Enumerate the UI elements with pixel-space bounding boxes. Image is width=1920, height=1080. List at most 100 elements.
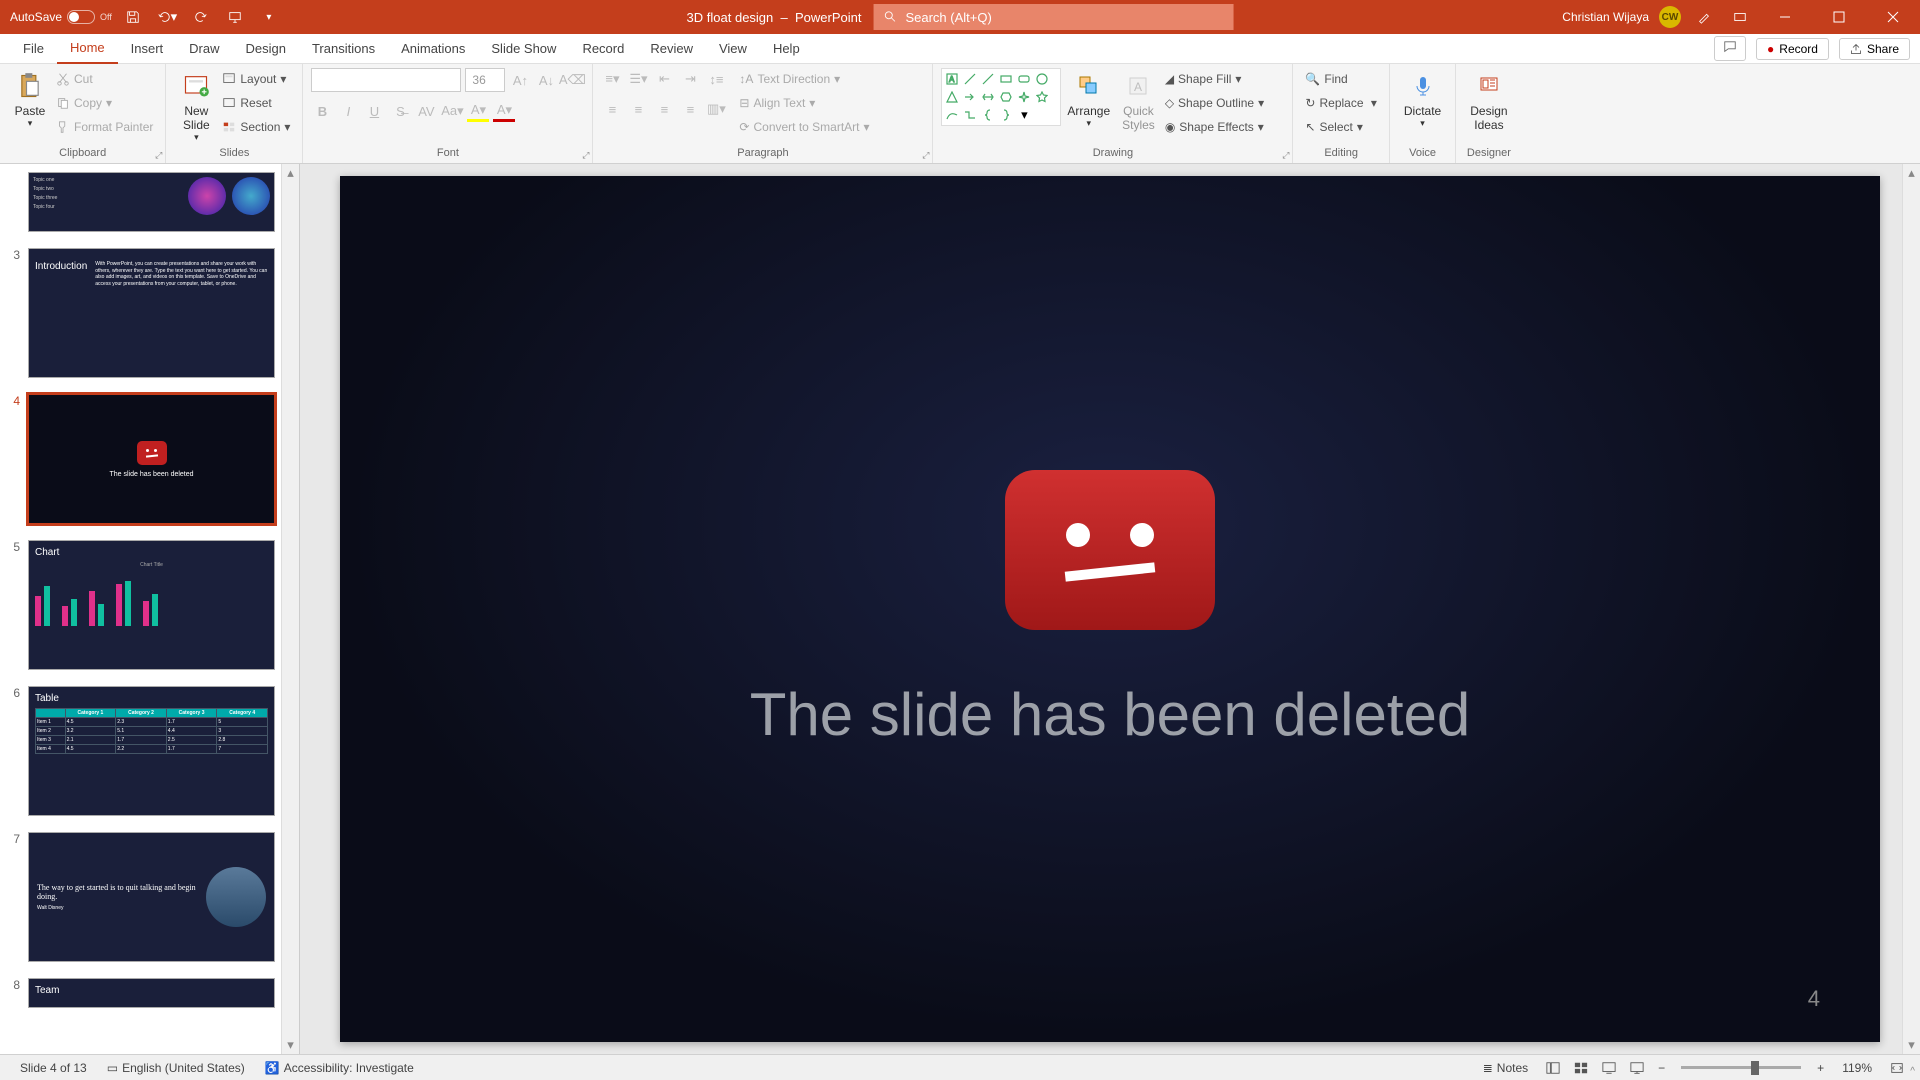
- draw-mode-icon[interactable]: [1691, 4, 1717, 30]
- shape-fill-button[interactable]: ◢Shape Fill ▾: [1161, 68, 1268, 90]
- highlight-button[interactable]: A▾: [467, 100, 489, 122]
- canvas-scrollbar[interactable]: ▴ ▾: [1902, 164, 1920, 1054]
- tab-view[interactable]: View: [706, 34, 760, 64]
- section-button[interactable]: Section ▾: [218, 116, 294, 138]
- clipboard-launcher[interactable]: ⤢: [155, 150, 162, 161]
- thumbnail-item[interactable]: 3 Introduction With PowerPoint, you can …: [0, 240, 299, 386]
- tab-animations[interactable]: Animations: [388, 34, 478, 64]
- shape-line-icon[interactable]: [962, 71, 978, 87]
- scroll-up-icon[interactable]: ▴: [282, 164, 299, 182]
- find-button[interactable]: 🔍Find: [1301, 68, 1380, 90]
- quick-styles-button[interactable]: A Quick Styles: [1116, 68, 1161, 134]
- language-status[interactable]: ▭English (United States): [97, 1061, 255, 1075]
- design-ideas-button[interactable]: Design Ideas: [1464, 68, 1513, 134]
- shape-rbrace-icon[interactable]: [998, 107, 1014, 123]
- cut-button[interactable]: Cut: [52, 68, 157, 90]
- layout-button[interactable]: Layout ▾: [218, 68, 294, 90]
- search-input[interactable]: Search (Alt+Q): [873, 4, 1233, 30]
- font-color-button[interactable]: A▾: [493, 100, 515, 122]
- drawing-launcher[interactable]: ⤢: [1282, 150, 1289, 161]
- slide-counter[interactable]: Slide 4 of 13: [10, 1061, 97, 1075]
- shape-triangle-icon[interactable]: [944, 89, 960, 105]
- shape-outline-button[interactable]: ◇Shape Outline ▾: [1161, 92, 1268, 114]
- shape-line2-icon[interactable]: [980, 71, 996, 87]
- toggle-pill[interactable]: [67, 10, 95, 24]
- save-icon[interactable]: [120, 4, 146, 30]
- share-button[interactable]: Share: [1839, 38, 1910, 60]
- thumbnail-panel[interactable]: Topic oneTopic twoTopic threeTopic four …: [0, 164, 300, 1054]
- maximize-button[interactable]: [1817, 0, 1861, 34]
- line-spacing-icon[interactable]: ↕≡: [705, 68, 727, 90]
- smartart-button[interactable]: ⟳Convert to SmartArt ▾: [735, 116, 873, 138]
- shape-rect-icon[interactable]: [998, 71, 1014, 87]
- qat-more-icon[interactable]: ▾: [256, 4, 282, 30]
- columns-icon[interactable]: ▥▾: [705, 98, 727, 120]
- user-name[interactable]: Christian Wijaya: [1562, 10, 1649, 24]
- slide[interactable]: The slide has been deleted 4: [340, 176, 1880, 1042]
- format-painter-button[interactable]: Format Painter: [52, 116, 157, 138]
- thumbnail-item[interactable]: 8 Team: [0, 970, 299, 1016]
- shape-textbox-icon[interactable]: A: [944, 71, 960, 87]
- thumb-preview[interactable]: Team: [28, 978, 275, 1008]
- shape-circle-icon[interactable]: [1034, 71, 1050, 87]
- thumbnail-item[interactable]: 6 Table Category 1Category 2Category 3Ca…: [0, 678, 299, 824]
- thumb-preview[interactable]: The slide has been deleted: [28, 394, 275, 524]
- text-direction-button[interactable]: ↕AText Direction ▾: [735, 68, 873, 90]
- close-button[interactable]: [1871, 0, 1915, 34]
- zoom-level[interactable]: 119%: [1832, 1061, 1882, 1075]
- shape-star4-icon[interactable]: [1016, 89, 1032, 105]
- thumb-scrollbar[interactable]: ▴ ▾: [281, 164, 299, 1054]
- normal-view-button[interactable]: [1540, 1058, 1566, 1078]
- shape-connector-icon[interactable]: [962, 107, 978, 123]
- slideshow-view-button[interactable]: [1624, 1058, 1650, 1078]
- thumb-preview[interactable]: Chart Chart Title: [28, 540, 275, 670]
- align-text-button[interactable]: ⊟Align Text ▾: [735, 92, 873, 114]
- underline-button[interactable]: U: [363, 100, 385, 122]
- thumbnail-item[interactable]: 5 Chart Chart Title: [0, 532, 299, 678]
- shape-effects-button[interactable]: ◉Shape Effects ▾: [1161, 116, 1268, 138]
- thumb-preview[interactable]: Introduction With PowerPoint, you can cr…: [28, 248, 275, 378]
- zoom-out-button[interactable]: −: [1652, 1061, 1671, 1075]
- ribbon-display-icon[interactable]: [1727, 4, 1753, 30]
- reading-view-button[interactable]: [1596, 1058, 1622, 1078]
- indent-left-icon[interactable]: ⇤: [653, 68, 675, 90]
- shape-darrow-icon[interactable]: [980, 89, 996, 105]
- minimize-button[interactable]: [1763, 0, 1807, 34]
- autosave-toggle[interactable]: AutoSave Off: [10, 10, 112, 24]
- tab-help[interactable]: Help: [760, 34, 813, 64]
- tab-home[interactable]: Home: [57, 34, 118, 64]
- paragraph-launcher[interactable]: ⤢: [922, 150, 929, 161]
- scroll-down-icon[interactable]: ▾: [1903, 1036, 1920, 1054]
- shape-curve-icon[interactable]: [944, 107, 960, 123]
- tab-design[interactable]: Design: [233, 34, 299, 64]
- italic-button[interactable]: I: [337, 100, 359, 122]
- shadow-button[interactable]: AV: [415, 100, 437, 122]
- tab-record[interactable]: Record: [569, 34, 637, 64]
- copy-button[interactable]: Copy ▾: [52, 92, 157, 114]
- scroll-up-icon[interactable]: ▴: [1903, 164, 1920, 182]
- thumb-preview[interactable]: The way to get started is to quit talkin…: [28, 832, 275, 962]
- zoom-slider[interactable]: [1681, 1066, 1801, 1069]
- replace-button[interactable]: ↻Replace ▾: [1301, 92, 1380, 114]
- shapes-gallery[interactable]: A ▾: [941, 68, 1061, 126]
- scroll-down-icon[interactable]: ▾: [282, 1036, 299, 1054]
- tab-transitions[interactable]: Transitions: [299, 34, 388, 64]
- bullets-icon[interactable]: ≡▾: [601, 68, 623, 90]
- font-launcher[interactable]: ⤢: [582, 150, 589, 161]
- record-button[interactable]: ●Record: [1756, 38, 1829, 60]
- redo-icon[interactable]: [188, 4, 214, 30]
- slide-canvas[interactable]: The slide has been deleted 4 ▴ ▾: [300, 164, 1920, 1054]
- shape-lbrace-icon[interactable]: [980, 107, 996, 123]
- decrease-font-icon[interactable]: A↓: [535, 69, 557, 91]
- numbering-icon[interactable]: ☰▾: [627, 68, 649, 90]
- zoom-in-button[interactable]: +: [1811, 1061, 1830, 1075]
- bold-button[interactable]: B: [311, 100, 333, 122]
- align-left-icon[interactable]: ≡: [601, 98, 623, 120]
- notes-button[interactable]: ≣Notes: [1473, 1061, 1538, 1075]
- dictate-button[interactable]: Dictate▾: [1398, 68, 1447, 131]
- align-right-icon[interactable]: ≡: [653, 98, 675, 120]
- tab-slideshow[interactable]: Slide Show: [478, 34, 569, 64]
- tab-insert[interactable]: Insert: [118, 34, 177, 64]
- user-avatar[interactable]: CW: [1659, 6, 1681, 28]
- tab-draw[interactable]: Draw: [176, 34, 232, 64]
